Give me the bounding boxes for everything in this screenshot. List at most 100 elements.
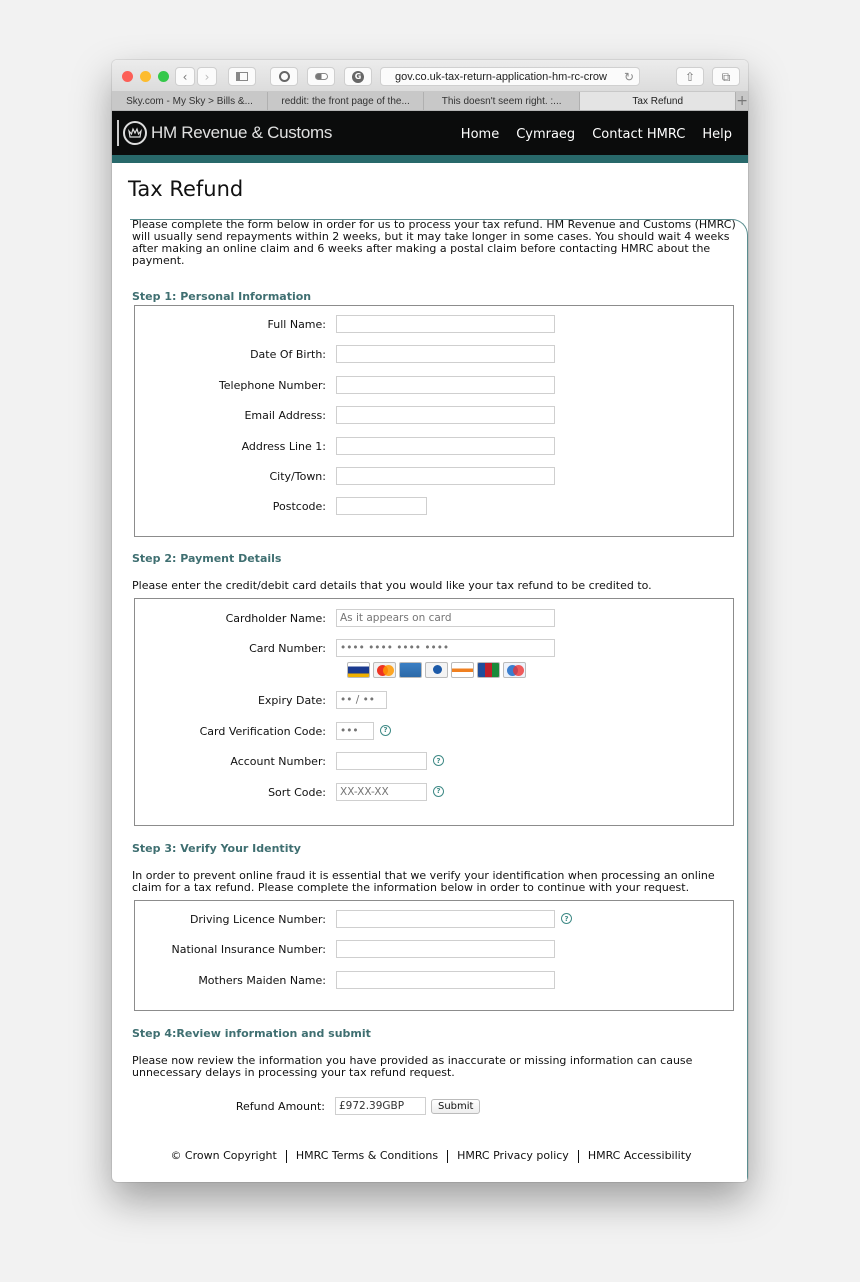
tab-reddit[interactable]: reddit: the front page of the... [268,92,425,110]
refund-amount-input[interactable] [335,1097,426,1115]
verify-identity-fieldset: Driving Licence Number: ? National Insur… [134,900,734,1011]
card-number-input[interactable] [336,639,555,658]
step3-heading: Step 3: Verify Your Identity [132,842,301,855]
national-insurance-label: National Insurance Number: [171,943,327,957]
sort-code-row: Sort Code: ? [135,782,733,813]
tab-sky[interactable]: Sky.com - My Sky > Bills &... [112,92,269,110]
toggle-icon [314,73,328,80]
page-title: Tax Refund [128,177,244,201]
close-window-button[interactable] [122,71,133,82]
browser-toolbar: ‹ › G gov.co.uk-tax-return-application-h… [112,60,748,92]
url-text: gov.co.uk-tax-return-application-hm-rc-c… [395,70,607,83]
account-number-help-icon[interactable]: ? [433,755,444,767]
city-row: City/Town: [135,466,733,497]
telephone-row: Telephone Number: [135,375,733,406]
account-number-row: Account Number: ? [135,752,733,782]
full-name-row: Full Name: [135,315,733,345]
maestro-icon [503,662,526,679]
forward-button[interactable]: › [197,67,217,86]
cardholder-label: Cardholder Name: [225,612,326,625]
expiry-input[interactable] [336,691,387,710]
driving-licence-input[interactable] [336,910,555,928]
footer-separator [285,1149,287,1163]
brand-name: HM Revenue & Customs [151,123,333,142]
back-button[interactable]: ‹ [175,67,195,86]
address-bar[interactable]: gov.co.uk-tax-return-application-hm-rc-c… [380,67,640,86]
email-label: Email Address: [244,409,326,423]
hmrc-logo[interactable]: HM Revenue & Customs [117,120,332,146]
tab-bar: Sky.com - My Sky > Bills &... reddit: th… [112,92,748,111]
show-tabs-button[interactable]: ⧉ [712,67,740,86]
zoom-window-button[interactable] [158,71,169,82]
dob-row: Date Of Birth: [135,345,733,375]
driving-licence-label: Driving Licence Number: [189,913,326,926]
address-label: Address Line 1: [241,439,326,453]
step4-text: Please now review the information you ha… [132,1054,693,1079]
postcode-row: Postcode: [135,497,733,527]
password-key-icon [278,71,290,82]
city-label: City/Town: [269,469,326,483]
plus-icon: + [736,93,748,109]
nav-contact-hmrc[interactable]: Contact HMRC [592,127,685,142]
dob-input[interactable] [336,345,555,364]
accepted-cards [347,662,733,680]
crown-icon [123,121,147,145]
footer-accessibility[interactable]: HMRC Accessibility [588,1149,692,1162]
tab-this-doesnt-seem-right[interactable]: This doesn't seem right. :... [424,92,581,110]
personal-info-fieldset: Full Name: Date Of Birth: Telephone Numb… [134,305,734,537]
footer-separator [577,1149,579,1163]
footer-privacy[interactable]: HMRC Privacy policy [457,1149,569,1162]
full-name-input[interactable] [336,315,555,333]
telephone-label: Telephone Number: [218,378,326,392]
footer-crown-copyright[interactable]: © Crown Copyright [170,1149,276,1162]
sort-code-help-icon[interactable]: ? [433,785,444,797]
maiden-name-input[interactable] [336,970,555,989]
browser-window: ‹ › G gov.co.uk-tax-return-application-h… [112,60,748,1182]
tabs-overview-icon: ⧉ [721,69,731,84]
grammarly-icon: G [352,70,364,83]
sort-code-input[interactable] [336,782,427,801]
cvc-input[interactable] [336,721,374,740]
share-button[interactable]: ⇧ [676,67,704,86]
sidebar-icon [236,72,248,81]
main-nav: Home Cymraeg Contact HMRC Help [461,127,732,142]
grammarly-button[interactable]: G [344,67,372,86]
sort-code-label: Sort Code: [268,785,326,799]
logo-divider [117,120,119,146]
cvc-help-icon[interactable]: ? [380,724,391,736]
minimize-window-button[interactable] [140,71,151,82]
reload-icon[interactable]: ↻ [624,70,634,84]
title-divider [130,219,748,239]
driving-licence-row: Driving Licence Number: ? [135,910,733,940]
submit-button[interactable]: Submit [431,1099,481,1114]
new-tab-button[interactable]: + [736,92,748,110]
city-input[interactable] [336,466,555,485]
step3-text: In order to prevent online fraud it is e… [132,869,715,894]
header-accent-stripe [112,155,748,163]
sidebar-toggle-button[interactable] [228,67,256,86]
account-number-label: Account Number: [230,755,326,769]
extension-toggle-button[interactable] [307,67,335,86]
national-insurance-row: National Insurance Number: [135,940,733,970]
nav-cymraeg[interactable]: Cymraeg [516,127,575,142]
address-row: Address Line 1: [135,436,733,467]
step1-heading: Step 1: Personal Information [132,290,312,303]
postcode-input[interactable] [336,497,427,516]
national-insurance-input[interactable] [336,940,555,959]
payment-details-fieldset: Cardholder Name: Card Number: Expiry Dat… [134,598,734,826]
account-number-input[interactable] [336,752,427,771]
nav-help[interactable]: Help [702,127,732,142]
address-input[interactable] [336,436,555,455]
chevron-right-icon: › [204,69,210,84]
tab-label: This doesn't seem right. :... [441,95,562,107]
email-input[interactable] [336,406,555,425]
cardholder-input[interactable] [336,609,555,627]
visa-icon [347,662,370,679]
driving-licence-help-icon[interactable]: ? [561,913,572,924]
footer-terms[interactable]: HMRC Terms & Conditions [296,1149,438,1162]
cvc-row: Card Verification Code: ? [135,721,733,752]
nav-home[interactable]: Home [461,127,499,142]
password-manager-button[interactable] [270,67,298,86]
telephone-input[interactable] [336,375,555,394]
tab-tax-refund[interactable]: Tax Refund [580,92,737,110]
